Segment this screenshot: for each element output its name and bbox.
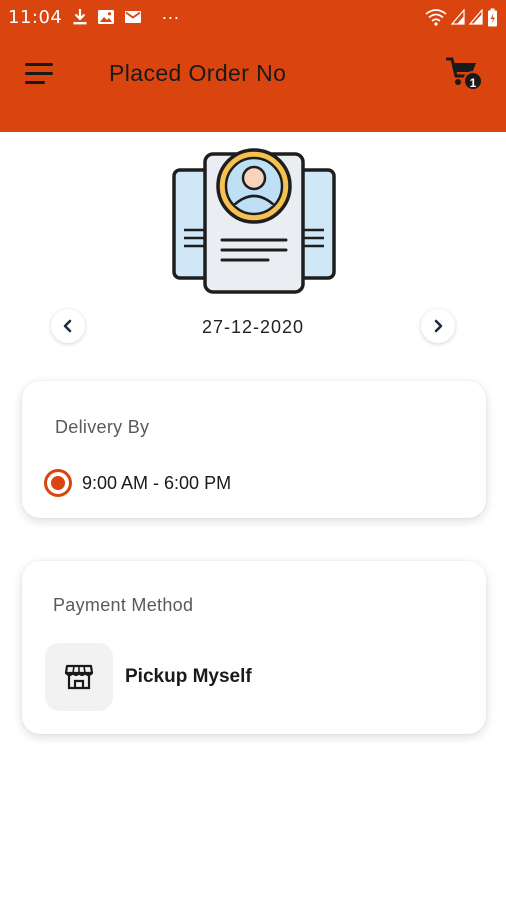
cart-count-badge: 1 <box>463 71 483 91</box>
payment-title: Payment Method <box>53 595 194 615</box>
payment-option-pickup[interactable]: Pickup Myself <box>45 643 252 711</box>
overflow-indicator: ··· <box>161 6 180 27</box>
payment-option-label: Pickup Myself <box>125 666 252 687</box>
download-icon <box>73 9 87 25</box>
mail-icon <box>125 11 142 23</box>
app-bar: Placed Order No 1 <box>0 34 506 132</box>
menu-bar-bottom <box>25 81 45 84</box>
delivery-title: Delivery By <box>55 417 150 437</box>
status-bar-left: 11:04 ··· <box>8 7 179 28</box>
battery-icon <box>488 8 497 26</box>
next-date-button[interactable] <box>421 309 455 343</box>
payment-option-icon-box <box>45 643 113 711</box>
order-profile-illustration <box>172 148 336 294</box>
radio-selected-dot <box>51 476 65 490</box>
date-selector: 27-12-2020 <box>0 305 506 351</box>
status-bar: 11:04 ··· <box>0 0 506 34</box>
chevron-right-icon <box>434 319 443 333</box>
notification-icons: ··· <box>72 7 179 28</box>
image-icon <box>98 10 115 24</box>
delivery-slot-radio[interactable] <box>44 469 72 497</box>
cart-button[interactable]: 1 <box>445 56 486 94</box>
delivery-slot-option[interactable]: 9:00 AM - 6:00 PM <box>44 469 231 497</box>
menu-button[interactable] <box>25 63 55 87</box>
payment-card: Payment Method Pickup Myself <box>22 561 486 734</box>
signal-icon <box>469 9 483 25</box>
menu-bar-top <box>25 63 53 66</box>
status-time: 11:04 <box>8 6 63 28</box>
delivery-slot-label: 9:00 AM - 6:00 PM <box>82 472 232 493</box>
signal-icon <box>451 9 465 25</box>
status-bar-right <box>425 8 498 27</box>
wifi-icon <box>425 9 447 26</box>
page-title: Placed Order No <box>109 60 287 86</box>
store-icon <box>64 664 94 690</box>
menu-bar-middle <box>25 72 53 75</box>
delivery-card: Delivery By 9:00 AM - 6:00 PM <box>22 381 486 518</box>
